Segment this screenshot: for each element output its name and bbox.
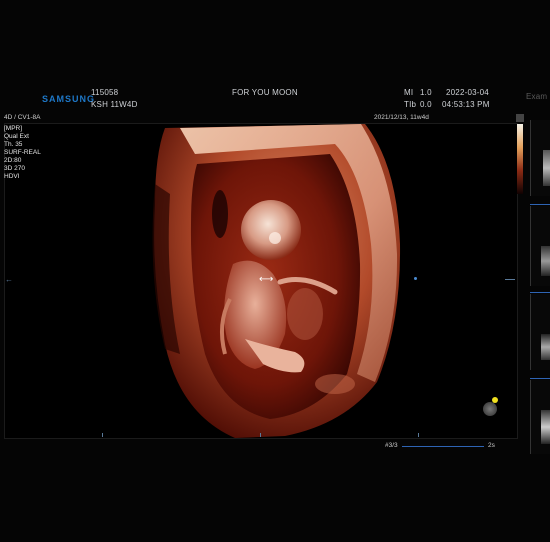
param-list: [MPR] Qual Ext Th. 35 SURF-REAL 2D:80 3D… xyxy=(4,125,41,181)
light-dot-icon xyxy=(492,397,498,403)
param-item: HDVI xyxy=(4,173,20,180)
exam-tab[interactable]: Exam xyxy=(526,92,547,101)
param-item: [MPR] xyxy=(4,125,23,132)
thumbnail-4[interactable] xyxy=(530,380,550,454)
thumbnail-1[interactable] xyxy=(530,120,550,196)
mi-value: 1.0 xyxy=(420,88,432,97)
scale-top-marker xyxy=(516,114,524,122)
double-arrow-cursor-icon[interactable]: ⟷ xyxy=(259,274,273,285)
thumbnail-separator xyxy=(530,292,550,293)
study-date: 2021/12/13, 11w4d xyxy=(374,114,429,121)
tib-label: TIb xyxy=(404,100,417,109)
tib-value: 0.0 xyxy=(420,100,432,109)
color-scale-bar xyxy=(517,124,523,194)
page-title: FOR YOU MOON xyxy=(232,88,298,97)
scale-tick xyxy=(102,433,103,437)
param-item: Th. 35 xyxy=(4,141,23,148)
scale-tick xyxy=(418,433,419,437)
mi-label: MI xyxy=(404,88,414,97)
thumbnail-3[interactable] xyxy=(530,294,550,370)
scale-tick xyxy=(260,433,261,437)
date-display: 2022-03-04 xyxy=(446,88,489,97)
patient-name: KSH 11W4D xyxy=(91,100,138,109)
probe-label: 4D / CV1-8A xyxy=(4,114,41,121)
cine-duration: 2s xyxy=(488,442,495,449)
thumbnail-2[interactable] xyxy=(530,206,550,286)
ultrasound-viewport[interactable]: ⟷ xyxy=(4,123,518,439)
right-edge-tick xyxy=(505,279,515,280)
cine-progress-bar[interactable] xyxy=(402,446,484,447)
time-display: 04:53:13 PM xyxy=(442,100,490,109)
brand-logo: SAMSUNG xyxy=(42,94,96,104)
patient-id: 115058 xyxy=(91,88,119,97)
thumbnail-separator xyxy=(530,378,550,379)
frame-counter: #3/3 xyxy=(385,442,398,449)
param-item: Qual Ext xyxy=(4,133,29,140)
light-source-icon[interactable] xyxy=(483,397,498,416)
param-item: 3D 270 xyxy=(4,165,25,172)
param-item: 2D:80 xyxy=(4,157,22,164)
arrow-left-icon: ← xyxy=(5,275,13,284)
thumbnail-separator xyxy=(530,204,550,205)
dot-marker-icon xyxy=(414,277,417,280)
param-item: SURF-REAL xyxy=(4,149,41,156)
